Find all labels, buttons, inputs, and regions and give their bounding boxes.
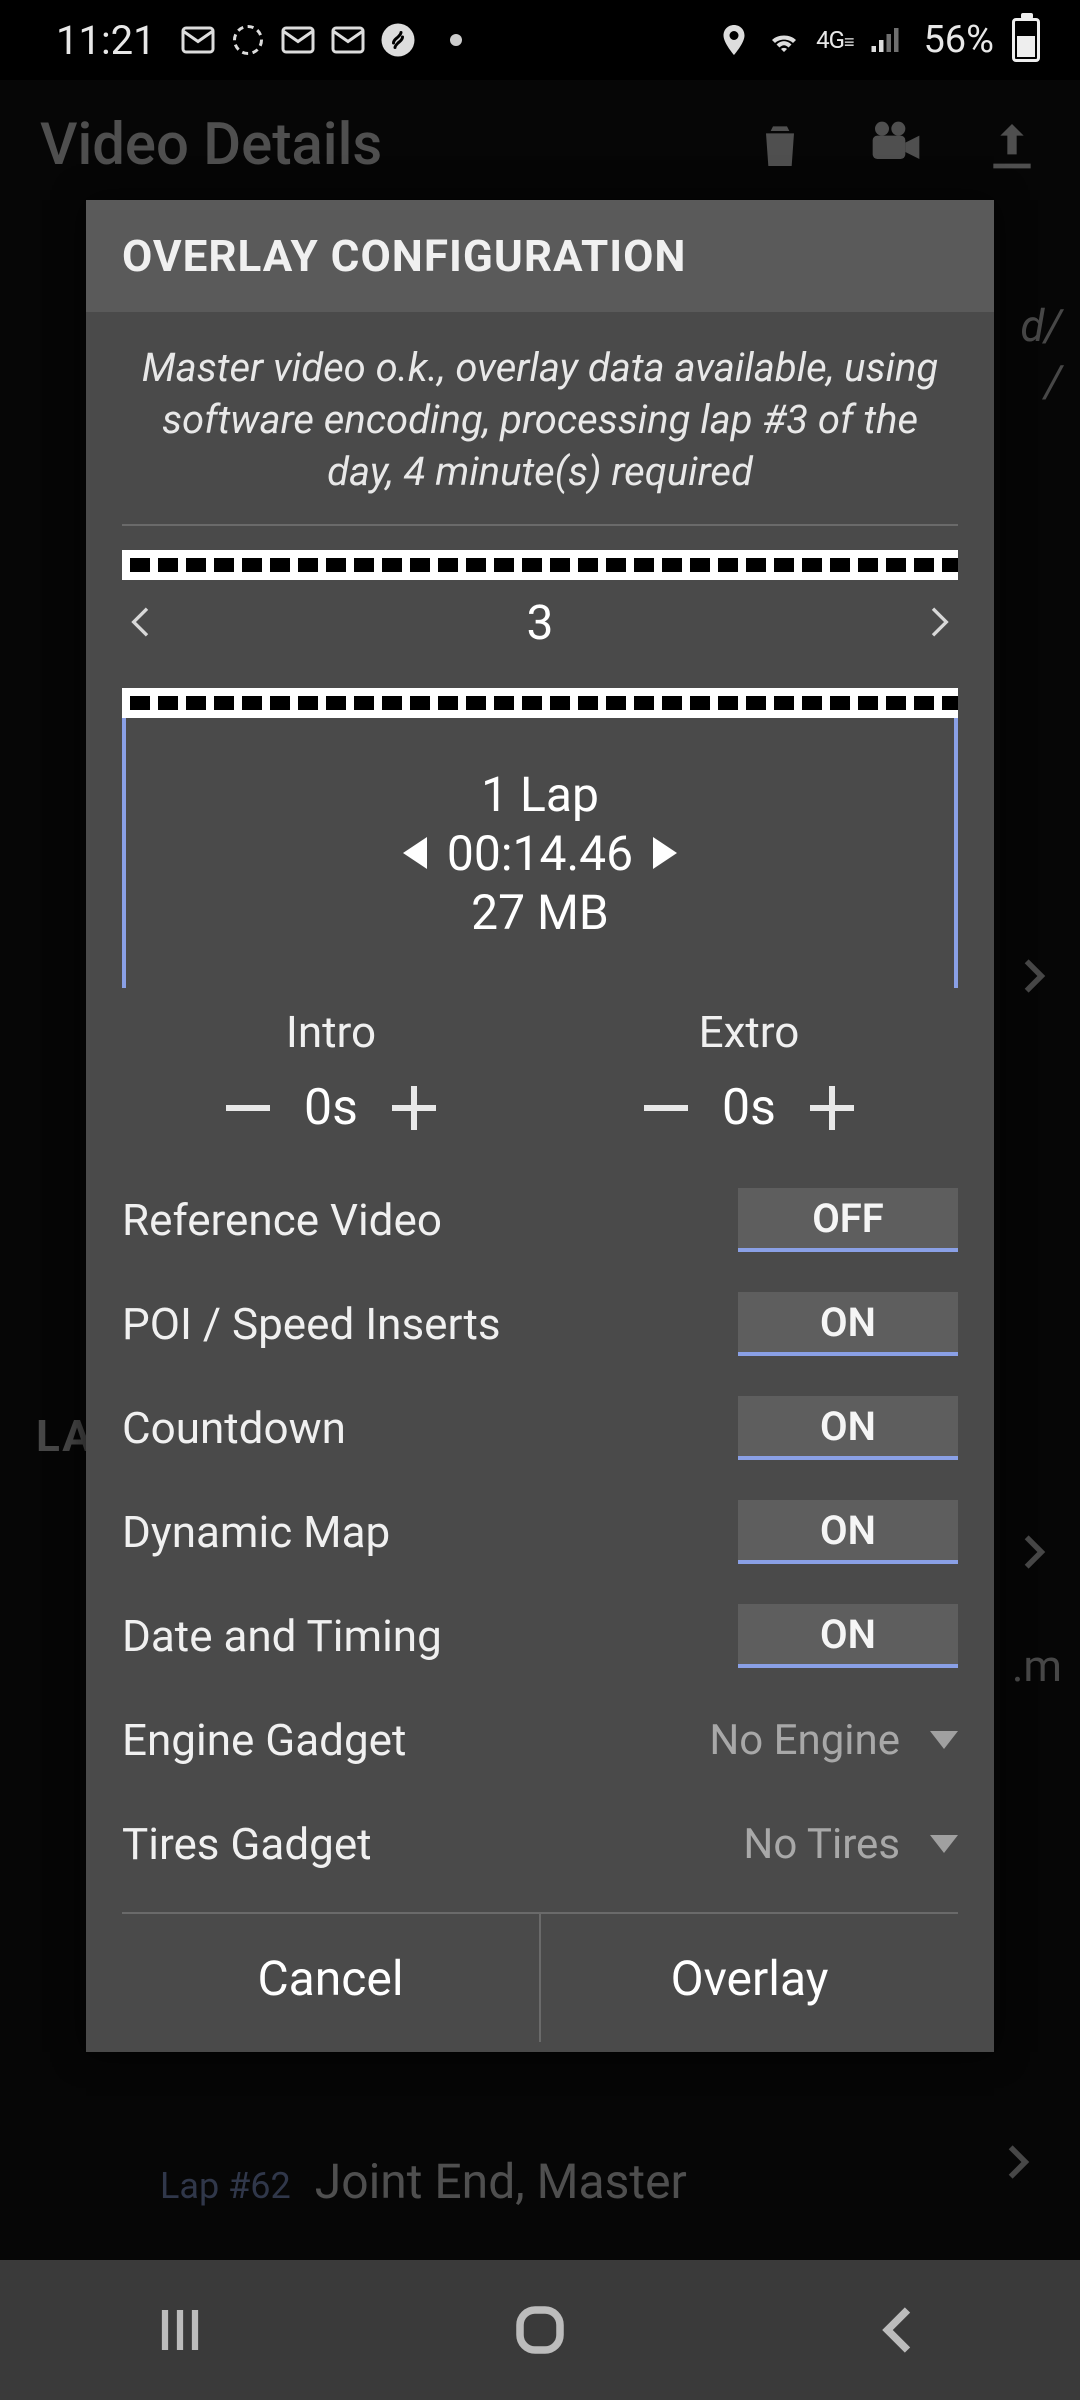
- intro-label: Intro: [139, 1006, 524, 1058]
- location-icon: [716, 22, 752, 58]
- option-select-value: No Tires: [743, 1820, 900, 1869]
- option-select-value: No Engine: [709, 1716, 900, 1765]
- extro-control: Extro 0s: [557, 1006, 942, 1138]
- extro-plus-button[interactable]: [802, 1078, 862, 1138]
- gmail-icon: [330, 22, 366, 58]
- extro-value: 0s: [722, 1079, 776, 1137]
- battery-percent: 56%: [923, 18, 994, 62]
- overlay-button[interactable]: Overlay: [541, 1914, 958, 2042]
- chevron-right-icon: [1012, 1530, 1056, 1574]
- home-button[interactable]: [510, 2300, 570, 2360]
- dialog-title: OVERLAY CONFIGURATION: [86, 200, 994, 312]
- option-toggle[interactable]: ON: [738, 1292, 958, 1356]
- lap-number-label: Lap #62: [160, 2165, 291, 2207]
- delete-icon: [752, 117, 808, 173]
- lap-number: 3: [527, 594, 554, 651]
- option-select[interactable]: No Tires: [618, 1820, 958, 1869]
- option-toggle[interactable]: ON: [738, 1604, 958, 1668]
- option-engine-gadget: Engine Gadget No Engine: [122, 1688, 958, 1792]
- battery-icon: [1012, 18, 1040, 62]
- lap-row: Lap #62 Joint End, Master: [160, 2153, 687, 2210]
- page-title: Video Details: [40, 111, 752, 179]
- option-label: POI / Speed Inserts: [122, 1298, 738, 1350]
- clip-trim-right[interactable]: [653, 837, 677, 869]
- option-toggle[interactable]: ON: [738, 1396, 958, 1460]
- option-dynamic-map: Dynamic Map ON: [122, 1480, 958, 1584]
- clip-size: 27 MB: [471, 884, 609, 941]
- dialog-status-message: Master video o.k., overlay data availabl…: [122, 338, 958, 526]
- option-label: Dynamic Map: [122, 1506, 738, 1558]
- intro-minus-button[interactable]: [218, 1078, 278, 1138]
- status-clock: 11:21: [56, 17, 156, 64]
- status-right: 4G≡ 56%: [716, 18, 1040, 62]
- android-nav-bar: [0, 2260, 1080, 2400]
- signal-icon: [867, 22, 903, 58]
- filmstrip-top: [122, 550, 958, 580]
- network-type: 4G≡: [816, 26, 853, 54]
- gmail-icon: [180, 22, 216, 58]
- option-label: Tires Gadget: [122, 1818, 618, 1870]
- gmail-icon: [280, 22, 316, 58]
- option-label: Countdown: [122, 1402, 738, 1454]
- option-poi-speed-inserts: POI / Speed Inserts ON: [122, 1272, 958, 1376]
- clip-laps: 1 Lap: [481, 766, 599, 823]
- back-button[interactable]: [870, 2300, 930, 2360]
- chevron-down-icon: [930, 1835, 958, 1853]
- camera-icon: [868, 117, 924, 173]
- overlay-config-dialog: OVERLAY CONFIGURATION Master video o.k.,…: [86, 200, 994, 2052]
- next-lap-button[interactable]: [918, 592, 958, 652]
- option-reference-video: Reference Video OFF: [122, 1168, 958, 1272]
- extro-minus-button[interactable]: [636, 1078, 696, 1138]
- status-left: 11:21: [56, 17, 462, 64]
- wifi-icon: [766, 22, 802, 58]
- prev-lap-button[interactable]: [122, 592, 162, 652]
- chevron-right-icon: [996, 2140, 1040, 2200]
- bg-text: .m: [1012, 1640, 1062, 1692]
- recents-button[interactable]: [150, 2300, 210, 2360]
- option-date-timing: Date and Timing ON: [122, 1584, 958, 1688]
- filmstrip-bottom: [122, 688, 958, 718]
- clip-time: 00:14.46: [447, 825, 633, 882]
- intro-value: 0s: [304, 1079, 358, 1137]
- extro-label: Extro: [557, 1006, 942, 1058]
- chevron-right-icon: [1012, 954, 1056, 998]
- clip-trim-left[interactable]: [403, 837, 427, 869]
- intro-control: Intro 0s: [139, 1006, 524, 1138]
- bg-text: /: [1044, 356, 1062, 408]
- option-toggle[interactable]: OFF: [738, 1188, 958, 1252]
- option-toggle[interactable]: ON: [738, 1500, 958, 1564]
- lap-description: Joint End, Master: [315, 2153, 687, 2210]
- bg-text: d/: [1020, 300, 1062, 352]
- app-bar: Video Details: [0, 80, 1080, 210]
- loading-icon: [230, 22, 266, 58]
- clip-info: 1 Lap 00:14.46 27 MB: [122, 718, 958, 988]
- android-status-bar: 11:21 4G≡ 56%: [0, 0, 1080, 80]
- option-tires-gadget: Tires Gadget No Tires: [122, 1792, 958, 1896]
- cancel-button[interactable]: Cancel: [122, 1914, 541, 2042]
- shazam-icon: [380, 22, 416, 58]
- option-select[interactable]: No Engine: [618, 1716, 958, 1765]
- option-label: Reference Video: [122, 1194, 738, 1246]
- intro-plus-button[interactable]: [384, 1078, 444, 1138]
- option-countdown: Countdown ON: [122, 1376, 958, 1480]
- more-notifications-icon: [450, 34, 462, 46]
- option-label: Engine Gadget: [122, 1714, 618, 1766]
- option-label: Date and Timing: [122, 1610, 738, 1662]
- upload-icon: [984, 117, 1040, 173]
- chevron-down-icon: [930, 1731, 958, 1749]
